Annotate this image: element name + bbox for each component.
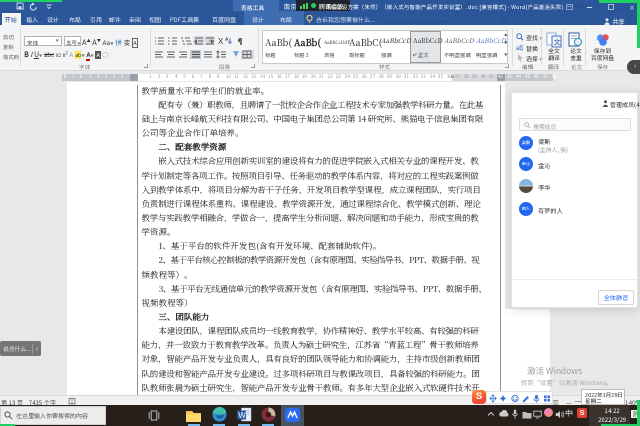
svg-text:¶: ¶ — [236, 36, 245, 45]
svg-text:W: W — [238, 411, 246, 420]
svg-text:X: X — [218, 37, 224, 45]
svg-text:ab: ab — [516, 46, 523, 52]
